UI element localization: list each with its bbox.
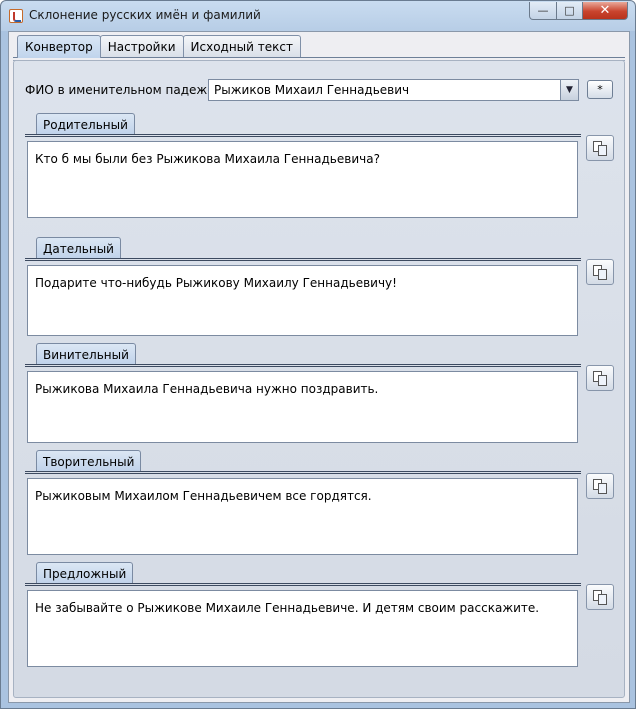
case-text-genitive: Кто б мы были без Рыжикова Михаила Генна… [35,152,380,166]
case-output-instrumental[interactable]: Рыжиковым Михаилом Геннадьевичем все гор… [27,478,578,555]
case-divider [25,364,581,367]
maximize-button[interactable]: □ [556,2,583,20]
case-text-dative: Подарите что-нибудь Рыжикову Михаилу Ген… [35,276,397,290]
close-icon: ✕ [599,3,611,18]
fio-label: ФИО в именительном падеже: [25,83,219,97]
window-title: Склонение русских имён и фамилий [29,8,261,22]
copy-button-prepositional[interactable] [586,584,614,610]
fio-value: Рыжиков Михаил Геннадьевич [214,83,410,97]
copy-button-dative[interactable] [586,259,614,285]
case-divider [25,258,581,261]
close-button[interactable]: ✕ [582,2,628,20]
case-divider [25,134,581,137]
case-output-prepositional[interactable]: Не забывайте о Рыжикове Михаиле Геннадье… [27,590,578,667]
tab-source-text[interactable]: Исходный текст [182,35,301,57]
minimize-icon: — [537,4,549,17]
case-label-genitive: Родительный [36,113,135,135]
case-output-dative[interactable]: Подарите что-нибудь Рыжикову Михаилу Ген… [27,265,578,336]
maximize-icon: □ [564,4,575,17]
case-text-accusative: Рыжикова Михаила Геннадьевича нужно позд… [35,382,379,396]
java-cup-icon[interactable] [9,9,23,23]
app-window: Склонение русских имён и фамилий — □ ✕ К… [0,0,636,709]
copy-button-accusative[interactable] [586,365,614,391]
case-text-instrumental: Рыжиковым Михаилом Геннадьевичем все гор… [35,489,372,503]
copy-button-instrumental[interactable] [586,473,614,499]
fio-combobox[interactable]: Рыжиков Михаил Геннадьевич ▼ [208,79,579,101]
chevron-down-icon[interactable]: ▼ [560,80,578,100]
case-label-dative: Дательный [36,237,121,259]
title-bar[interactable]: Склонение русских имён и фамилий — □ ✕ [1,1,635,31]
tab-settings[interactable]: Настройки [99,35,184,57]
copy-button-genitive[interactable] [586,135,614,161]
case-label-accusative: Винительный [36,343,136,365]
star-button[interactable]: * [587,80,613,99]
case-text-prepositional: Не забывайте о Рыжикове Михаиле Геннадье… [35,601,540,615]
case-output-genitive[interactable]: Кто б мы были без Рыжикова Михаила Генна… [27,141,578,218]
tab-converter[interactable]: Конвертор [17,35,101,58]
case-label-instrumental: Творительный [36,450,142,472]
case-divider [25,471,581,474]
case-divider [25,583,581,586]
main-tabs: Конвертор Настройки Исходный текст [17,35,301,58]
case-label-prepositional: Предложный [36,562,134,584]
minimize-button[interactable]: — [529,2,557,20]
case-output-accusative[interactable]: Рыжикова Михаила Геннадьевича нужно позд… [27,371,578,443]
